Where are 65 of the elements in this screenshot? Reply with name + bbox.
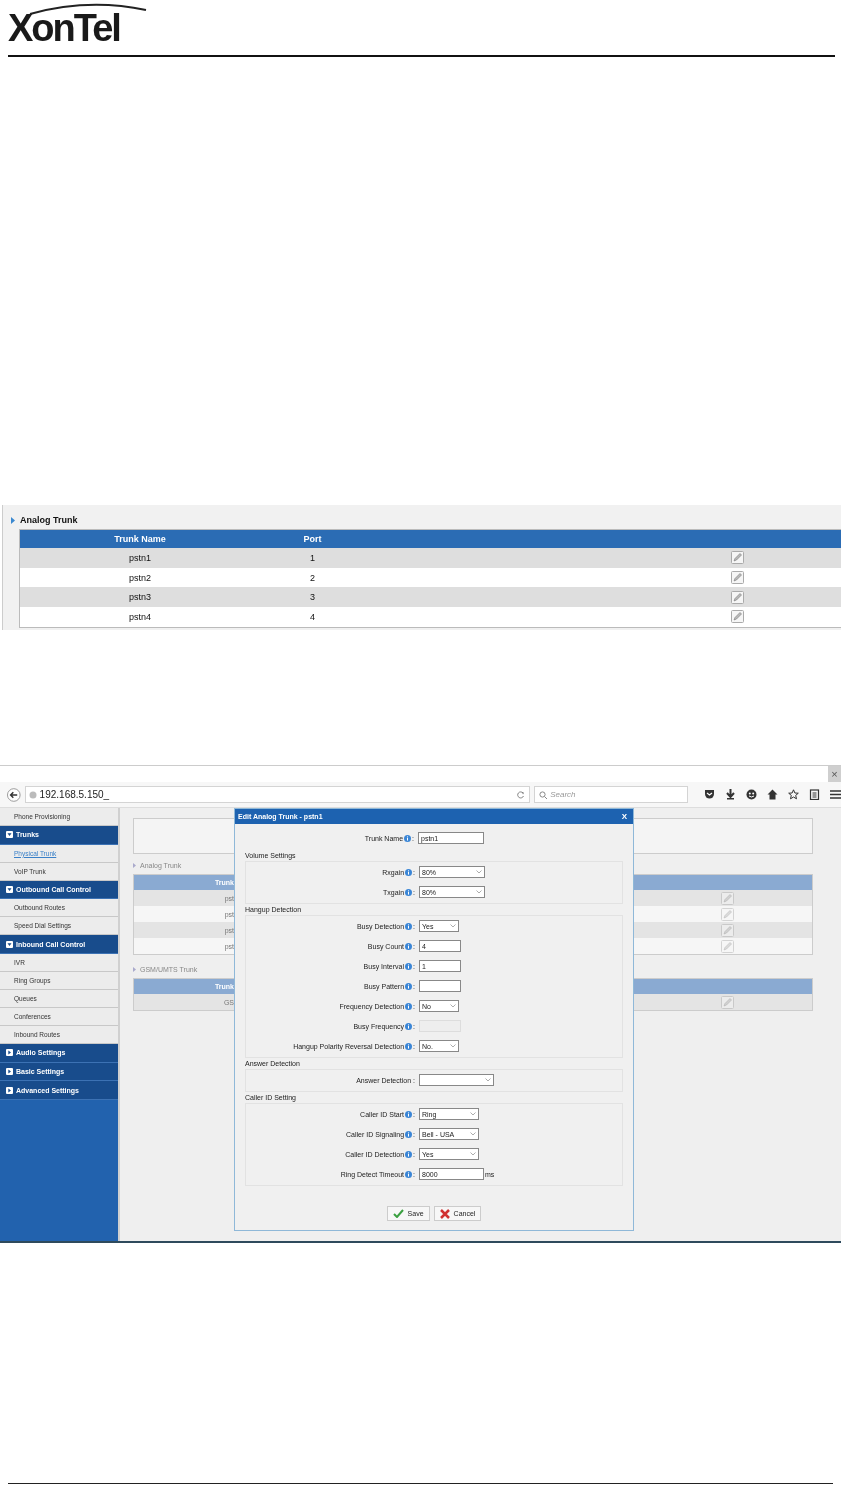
triangle-icon bbox=[11, 516, 15, 524]
expand-icon bbox=[6, 1068, 13, 1076]
smiley-icon[interactable] bbox=[746, 789, 757, 800]
expand-icon bbox=[6, 1049, 13, 1057]
chevron-down-icon bbox=[450, 1044, 456, 1048]
chevron-down-icon bbox=[470, 1112, 476, 1116]
star-icon[interactable] bbox=[788, 789, 799, 800]
info-icon[interactable] bbox=[405, 962, 413, 970]
column-header: Trunk Name bbox=[113, 534, 167, 544]
table-cell-text: pstn2 bbox=[128, 572, 152, 583]
logo-text: XonTel bbox=[8, 9, 120, 47]
collapse-icon bbox=[6, 940, 13, 948]
table-cell-text: pstn1 bbox=[128, 552, 152, 563]
input-field[interactable] bbox=[419, 980, 461, 992]
table-cell-text: 2 bbox=[309, 572, 316, 583]
address-field[interactable]: 192.168.5.150_ bbox=[24, 786, 531, 803]
info-icon[interactable] bbox=[405, 942, 413, 950]
table-cell-text: pstn3 bbox=[128, 592, 152, 603]
table-cell-text: 3 bbox=[309, 592, 316, 603]
chevron-down-icon bbox=[450, 1004, 456, 1008]
cross-icon bbox=[439, 1208, 450, 1219]
edit-pencil-icon[interactable] bbox=[731, 610, 744, 624]
info-icon[interactable] bbox=[405, 922, 413, 930]
info-icon[interactable] bbox=[405, 868, 413, 876]
chevron-down-icon bbox=[476, 870, 482, 874]
info-icon[interactable] bbox=[405, 1170, 413, 1178]
search-placeholder: Search bbox=[550, 790, 576, 799]
menu-icon[interactable] bbox=[830, 789, 841, 800]
chevron-down-icon bbox=[485, 1078, 491, 1082]
reload-icon[interactable] bbox=[516, 790, 527, 799]
expand-icon bbox=[6, 1086, 13, 1094]
chevron-down-icon bbox=[470, 1132, 476, 1136]
chevron-down-icon bbox=[470, 1152, 476, 1156]
collapse-icon bbox=[6, 831, 13, 839]
edit-pencil-icon[interactable] bbox=[731, 551, 744, 565]
table-cell-text: 4 bbox=[309, 611, 316, 622]
edit-pencil-icon[interactable] bbox=[731, 590, 744, 604]
info-icon[interactable] bbox=[404, 834, 412, 842]
home-icon[interactable] bbox=[767, 789, 778, 800]
reading-list-icon[interactable] bbox=[809, 789, 820, 800]
info-icon[interactable] bbox=[405, 982, 413, 990]
url-text: 192.168.5.150_ bbox=[39, 789, 111, 800]
column-header: Port bbox=[302, 534, 323, 544]
close-button[interactable]: X bbox=[621, 812, 627, 821]
table-cell-text: pstn4 bbox=[128, 611, 152, 622]
dropdown[interactable] bbox=[419, 1074, 494, 1086]
info-icon[interactable] bbox=[405, 1130, 413, 1138]
info-icon[interactable] bbox=[405, 1110, 413, 1118]
collapse-icon bbox=[6, 886, 13, 894]
section-title: Analog Trunk bbox=[20, 515, 78, 525]
pocket-icon[interactable] bbox=[704, 789, 715, 800]
info-icon[interactable] bbox=[405, 888, 413, 896]
close-button[interactable]: × bbox=[828, 766, 841, 782]
triangle-icon bbox=[133, 863, 136, 868]
checkmark-icon bbox=[392, 1209, 404, 1218]
info-icon[interactable] bbox=[405, 1150, 413, 1158]
download-icon[interactable] bbox=[725, 789, 736, 800]
info-icon[interactable] bbox=[405, 1042, 413, 1050]
edit-pencil-icon[interactable] bbox=[731, 571, 744, 585]
triangle-icon bbox=[133, 967, 136, 972]
chevron-down-icon bbox=[476, 890, 482, 894]
table-cell-text: 1 bbox=[309, 552, 316, 563]
search-icon bbox=[539, 790, 548, 799]
info-icon[interactable] bbox=[405, 1002, 413, 1010]
chevron-down-icon bbox=[450, 924, 456, 928]
